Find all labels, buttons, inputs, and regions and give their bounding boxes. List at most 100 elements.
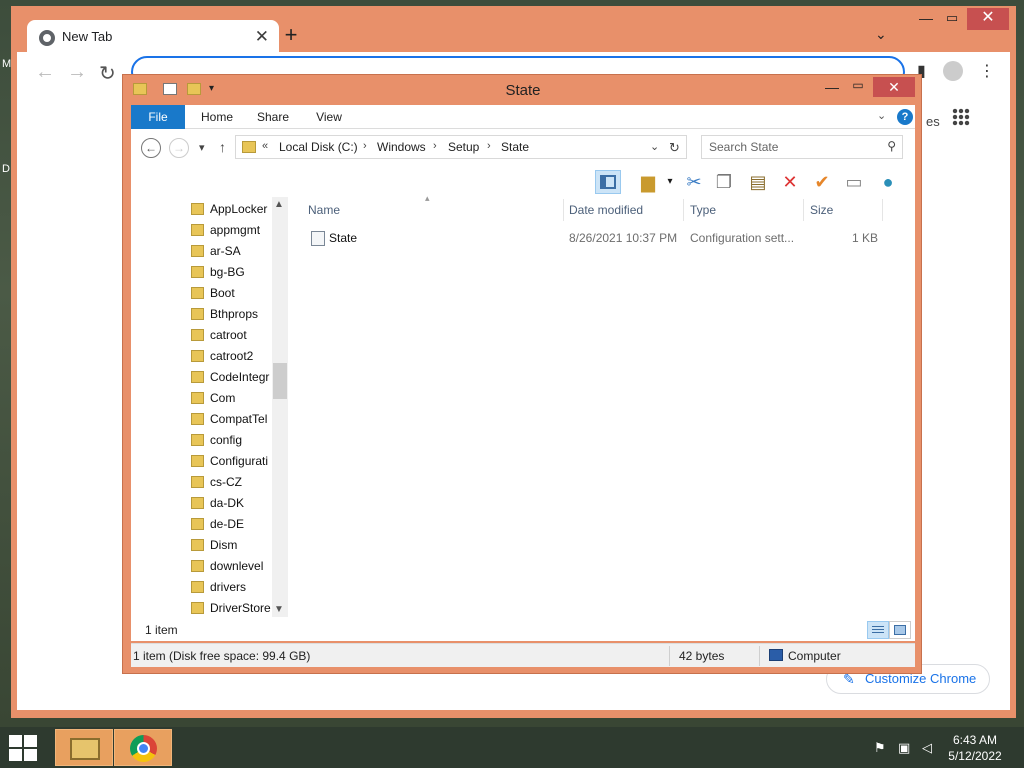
- tree-item-label: da-DK: [210, 496, 245, 510]
- content-area: ▲ ▼ AppLocker appmgmt ar-SA bg-BG Boot Bthpro…: [131, 193, 915, 619]
- tab-share[interactable]: Share: [253, 105, 293, 129]
- volume-muted-icon[interactable]: ◁: [922, 740, 932, 756]
- network-icon[interactable]: ▣: [898, 740, 910, 756]
- partial-link-text: es: [926, 114, 940, 129]
- tree-item[interactable]: Configurati: [191, 451, 273, 472]
- tree-item[interactable]: bg-BG: [191, 262, 273, 283]
- tree-item[interactable]: downlevel: [191, 556, 273, 577]
- column-header-size[interactable]: Size: [810, 202, 833, 226]
- scroll-thumb[interactable]: [273, 363, 287, 399]
- folder-icon: [191, 497, 204, 509]
- breadcrumb-windows[interactable]: Windows: [377, 140, 426, 154]
- breadcrumb-overflow-icon[interactable]: «: [262, 140, 268, 152]
- tab-home[interactable]: Home: [197, 105, 237, 129]
- tree-item[interactable]: CodeIntegr: [191, 367, 273, 388]
- explorer-maximize-button[interactable]: ▭: [849, 78, 867, 92]
- tree-item[interactable]: Com: [191, 388, 273, 409]
- tree-item[interactable]: DriverStore: [191, 598, 273, 619]
- cut-icon[interactable]: ✂: [681, 170, 707, 194]
- column-header-date[interactable]: Date modified: [569, 202, 643, 226]
- breadcrumb-local-disk[interactable]: Local Disk (C:): [279, 140, 358, 154]
- clock[interactable]: 6:43 AM 5/12/2022: [940, 732, 1010, 764]
- explorer-minimize-button[interactable]: —: [823, 79, 841, 95]
- expand-ribbon-icon[interactable]: ⌄: [877, 109, 886, 122]
- chrome-maximize-button[interactable]: ▭: [939, 10, 965, 28]
- folder-icon: [191, 539, 204, 551]
- search-input[interactable]: [702, 136, 872, 158]
- tree-item[interactable]: appmgmt: [191, 220, 273, 241]
- taskbar-file-explorer[interactable]: [55, 729, 113, 766]
- properties-dialog-icon[interactable]: ▭: [841, 170, 867, 194]
- tree-item[interactable]: de-DE: [191, 514, 273, 535]
- back-arrow-icon[interactable]: ←: [35, 61, 55, 84]
- address-bar[interactable]: « Local Disk (C:) › Windows › Setup › St…: [235, 135, 687, 159]
- back-button[interactable]: ←: [141, 138, 161, 158]
- column-header-type[interactable]: Type: [690, 202, 716, 226]
- profile-avatar[interactable]: [943, 61, 963, 81]
- up-arrow-icon[interactable]: ↑: [219, 139, 226, 155]
- recent-locations-icon[interactable]: ▾: [199, 141, 205, 154]
- tree-item[interactable]: catroot2: [191, 346, 273, 367]
- chrome-menu-icon[interactable]: ⋮: [979, 61, 995, 81]
- tree-item[interactable]: catroot: [191, 325, 273, 346]
- tree-item-label: cs-CZ: [210, 475, 242, 489]
- tree-item[interactable]: Bthprops: [191, 304, 273, 325]
- reload-icon[interactable]: ↻: [99, 61, 116, 86]
- folder-options-dropdown-icon[interactable]: ▾: [657, 170, 683, 194]
- column-header-name[interactable]: Name: [308, 202, 340, 226]
- tree-item[interactable]: Boot: [191, 283, 273, 304]
- tree-item[interactable]: ar-SA: [191, 241, 273, 262]
- action-center-flag-icon[interactable]: ⚑: [874, 740, 886, 756]
- details-view-button[interactable]: [867, 621, 889, 639]
- tab-title: New Tab: [62, 29, 113, 44]
- taskbar-chrome[interactable]: [114, 729, 172, 766]
- rename-icon[interactable]: ✔: [809, 170, 835, 194]
- scroll-up-icon[interactable]: ▲: [274, 199, 284, 210]
- forward-button[interactable]: →: [169, 138, 189, 158]
- forward-arrow-icon[interactable]: →: [67, 61, 87, 84]
- refresh-icon[interactable]: ↻: [669, 140, 680, 156]
- desktop-icon-label-m: M: [2, 58, 12, 70]
- copy-icon[interactable]: ❐: [711, 170, 737, 194]
- tree-item[interactable]: Dism: [191, 535, 273, 556]
- tab-file[interactable]: File: [131, 105, 185, 129]
- scroll-down-icon[interactable]: ▼: [274, 604, 284, 615]
- chrome-icon: [130, 735, 157, 762]
- preview-pane-icon[interactable]: [595, 170, 621, 194]
- tab-search-icon[interactable]: ⌄: [875, 26, 887, 43]
- large-icons-view-button[interactable]: [889, 621, 911, 639]
- paste-icon[interactable]: ▤: [745, 170, 771, 194]
- tab-close-icon[interactable]: ✕: [255, 27, 269, 47]
- address-row: ← → ▾ ↑ « Local Disk (C:) › Windows › Se…: [131, 129, 915, 167]
- taskbar: ⚑ ▣ ◁ 6:43 AM 5/12/2022: [0, 727, 1024, 768]
- network-globe-icon[interactable]: ●: [875, 170, 901, 194]
- delete-icon[interactable]: ✕: [777, 170, 803, 194]
- start-button[interactable]: [9, 735, 39, 761]
- file-row[interactable]: State 8/26/2021 10:37 PM Configuration s…: [295, 227, 915, 249]
- column-divider: [803, 199, 804, 221]
- tree-item[interactable]: drivers: [191, 577, 273, 598]
- tree-item-label: de-DE: [210, 517, 245, 531]
- tab-view[interactable]: View: [311, 105, 347, 129]
- tree-item[interactable]: CompatTel: [191, 409, 273, 430]
- folder-icon: [191, 266, 204, 278]
- tree-item[interactable]: da-DK: [191, 493, 273, 514]
- chrome-minimize-button[interactable]: —: [913, 10, 939, 28]
- breadcrumb-state[interactable]: State: [501, 140, 529, 154]
- breadcrumb-setup[interactable]: Setup: [448, 140, 479, 154]
- folder-icon: [191, 371, 204, 383]
- google-apps-icon[interactable]: [952, 108, 970, 126]
- tree-item-label: appmgmt: [210, 223, 261, 237]
- explorer-close-button[interactable]: ✕: [873, 77, 915, 97]
- tree-item[interactable]: AppLocker: [191, 199, 273, 220]
- new-tab-button[interactable]: +: [277, 22, 305, 48]
- tree-item[interactable]: config: [191, 430, 273, 451]
- tree-item-label: ar-SA: [210, 244, 241, 258]
- address-dropdown-icon[interactable]: ⌄: [650, 140, 659, 153]
- chrome-close-button[interactable]: ✕: [967, 8, 1009, 30]
- help-icon[interactable]: ?: [897, 109, 913, 125]
- tree-item[interactable]: cs-CZ: [191, 472, 273, 493]
- folder-icon: [191, 602, 204, 614]
- tree-scrollbar[interactable]: ▲ ▼: [272, 197, 288, 617]
- status-location: Computer: [788, 649, 841, 663]
